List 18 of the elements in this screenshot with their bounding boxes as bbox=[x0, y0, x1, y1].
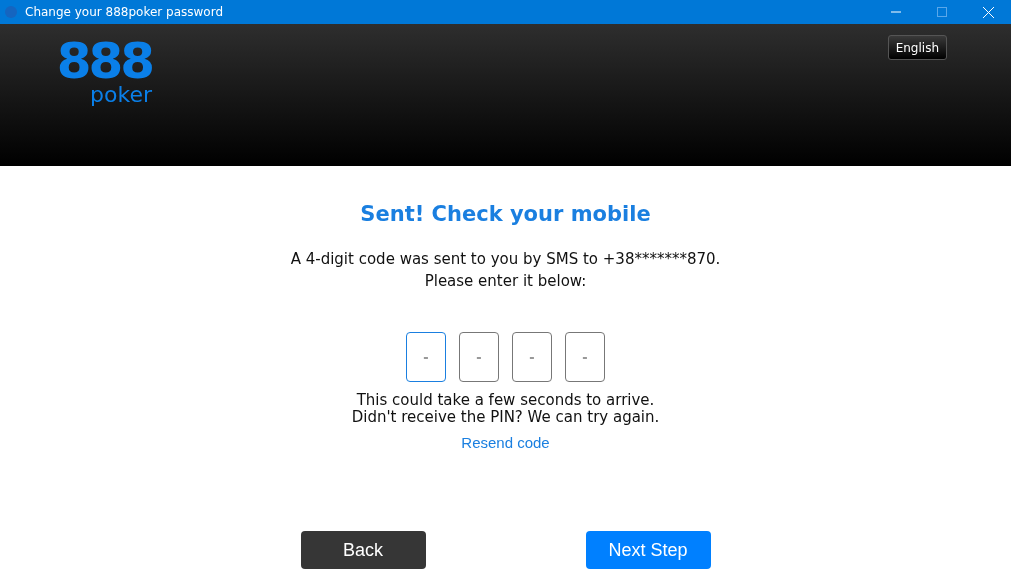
close-icon bbox=[982, 6, 994, 18]
pin-field[interactable]: - bbox=[406, 332, 446, 382]
next-button[interactable]: Next Step bbox=[585, 531, 711, 569]
message-text: Please enter it below: bbox=[424, 271, 587, 292]
pin-field[interactable]: - bbox=[459, 332, 499, 382]
logo-digits: 888 bbox=[56, 38, 152, 84]
heading: Sent! Check your mobile bbox=[360, 202, 651, 226]
message-text: A 4-digit code was sent to you by SMS to +38*******870. bbox=[290, 249, 721, 270]
pin-field[interactable]: - bbox=[512, 332, 552, 382]
maximize-icon bbox=[937, 7, 947, 17]
pin-field[interactable]: - bbox=[565, 332, 605, 382]
hint-text: Didn't receive the PIN? We can try again. bbox=[351, 409, 660, 426]
back-button[interactable]: Back bbox=[300, 531, 426, 569]
window-title: Change your 888poker password bbox=[25, 5, 225, 19]
language-button[interactable]: English bbox=[887, 35, 947, 60]
resend-link[interactable]: Resend code bbox=[461, 434, 550, 451]
logo-word: poker bbox=[90, 84, 152, 106]
hint-text: This could take a few seconds to arrive. bbox=[356, 392, 655, 409]
